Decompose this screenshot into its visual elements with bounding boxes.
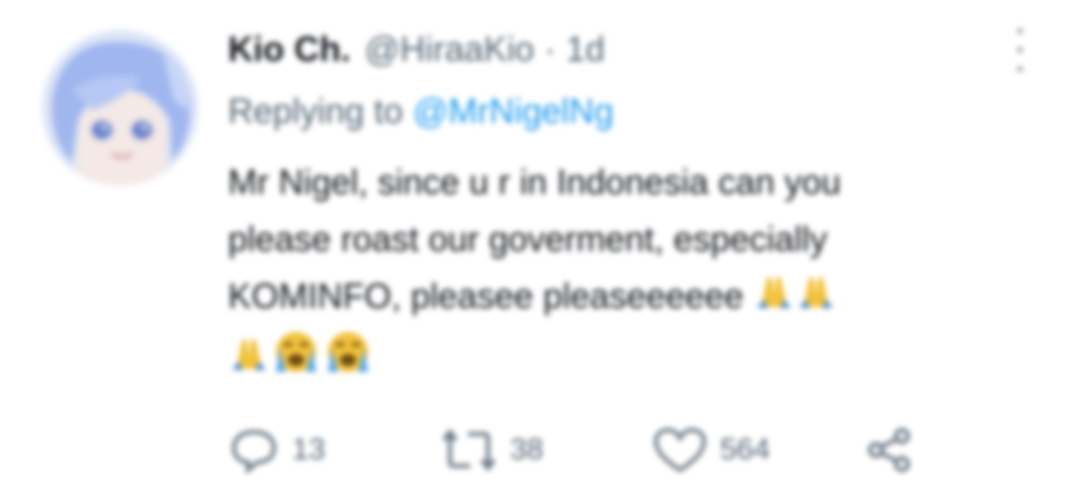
- replying-to: Replying to @MrNigelNg: [228, 92, 1028, 140]
- replying-to-mention[interactable]: @MrNigelNg: [413, 92, 614, 131]
- retweet-count: 38: [510, 433, 544, 466]
- avatar[interactable]: [42, 30, 198, 186]
- avatar-image: [42, 30, 198, 186]
- author-name[interactable]: Kio Ch.: [228, 30, 350, 70]
- tweet[interactable]: Kio Ch. @HiraaKio · 1d Replying to @MrNi…: [0, 0, 1080, 495]
- tweet-content: Kio Ch. @HiraaKio · 1d Replying to @MrNi…: [228, 30, 1028, 393]
- like-count: 564: [720, 433, 771, 466]
- folded-hands-icon: [795, 269, 837, 328]
- tweet-body-line-2: please roast our goverment, especially: [228, 220, 828, 259]
- tweet-timestamp[interactable]: 1d: [566, 30, 605, 70]
- folded-hands-icon: [753, 269, 795, 328]
- folded-hands-icon: [228, 331, 270, 390]
- retweet-icon: [442, 428, 496, 472]
- loudly-crying-face-icon: [270, 328, 322, 393]
- reply-icon: [231, 429, 277, 474]
- separator-dot: ·: [544, 30, 556, 69]
- author-handle[interactable]: @HiraaKio: [364, 30, 534, 70]
- retweet-button[interactable]: 38: [440, 420, 543, 480]
- tweet-body-line-1: Mr Nigel, since u r in Indonesia can you: [228, 163, 841, 202]
- reply-count: 13: [292, 433, 326, 466]
- reply-button[interactable]: 13: [228, 420, 325, 480]
- heart-icon: [653, 427, 707, 473]
- loudly-crying-face-icon: [322, 328, 374, 393]
- share-button[interactable]: [864, 420, 916, 480]
- tweet-body-line-3: KOMINFO, pleasee pleaseeeeee: [228, 277, 744, 316]
- tweet-actions: 13 38 564: [228, 420, 988, 480]
- tweet-body: Mr Nigel, since u r in Indonesia can you…: [228, 154, 1018, 393]
- tweet-header: Kio Ch. @HiraaKio · 1d: [228, 30, 1028, 80]
- like-button[interactable]: 564: [652, 420, 770, 480]
- replying-to-label: Replying to: [228, 92, 413, 131]
- share-icon: [868, 428, 910, 472]
- more-options-icon[interactable]: [1008, 28, 1032, 72]
